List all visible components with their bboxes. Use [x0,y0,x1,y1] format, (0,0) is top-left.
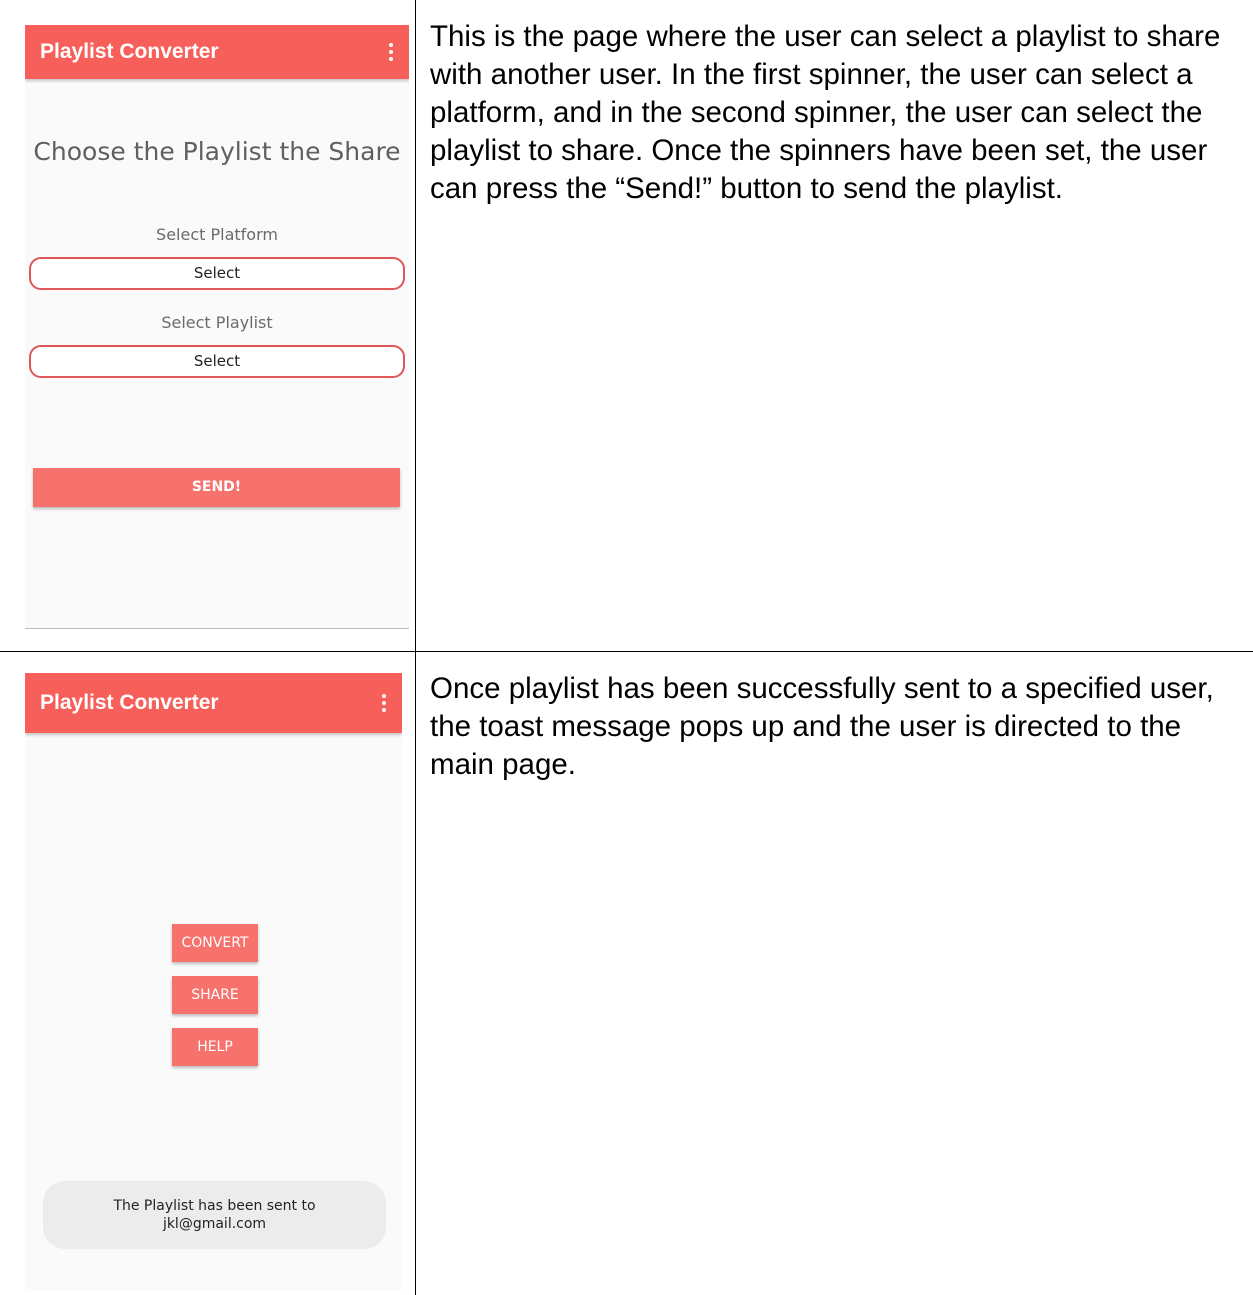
phone-screenshot-main: Playlist Converter CONVERT SHARE HELP Th… [25,673,402,1291]
send-button[interactable]: SEND! [33,468,400,507]
platform-spinner[interactable]: Select [29,257,405,290]
app-title: Playlist Converter [40,691,219,715]
app-bar: Playlist Converter [25,25,409,79]
toast-email: jkl@gmail.com [163,1215,266,1233]
playlist-spinner[interactable]: Select [29,345,405,378]
description-text: Once playlist has been successfully sent… [416,652,1253,784]
table-row: Playlist Converter Choose the Playlist t… [0,0,1253,651]
help-button[interactable]: HELP [172,1028,258,1066]
toast-line: The Playlist has been sent to [113,1197,315,1215]
screenshot-cell-main: Playlist Converter CONVERT SHARE HELP Th… [0,651,416,1295]
page-title: Choose the Playlist the Share [25,137,409,166]
document-table: Playlist Converter Choose the Playlist t… [0,0,1253,1295]
description-cell-share: This is the page where the user can sele… [416,0,1253,651]
toast-message: The Playlist has been sent to jkl@gmail.… [43,1181,386,1249]
share-button[interactable]: SHARE [172,976,258,1014]
kebab-menu-icon[interactable] [388,43,394,61]
description-text: This is the page where the user can sele… [416,0,1253,208]
app-title: Playlist Converter [40,40,219,64]
description-cell-main: Once playlist has been successfully sent… [416,651,1253,1295]
table-row: Playlist Converter CONVERT SHARE HELP Th… [0,651,1253,1295]
screenshot-cell-share: Playlist Converter Choose the Playlist t… [0,0,416,651]
app-bar: Playlist Converter [25,673,402,733]
phone-screenshot-share: Playlist Converter Choose the Playlist t… [25,25,409,629]
kebab-menu-icon[interactable] [381,694,387,712]
platform-label: Select Platform [25,225,409,244]
playlist-label: Select Playlist [25,313,409,332]
convert-button[interactable]: CONVERT [172,924,258,962]
